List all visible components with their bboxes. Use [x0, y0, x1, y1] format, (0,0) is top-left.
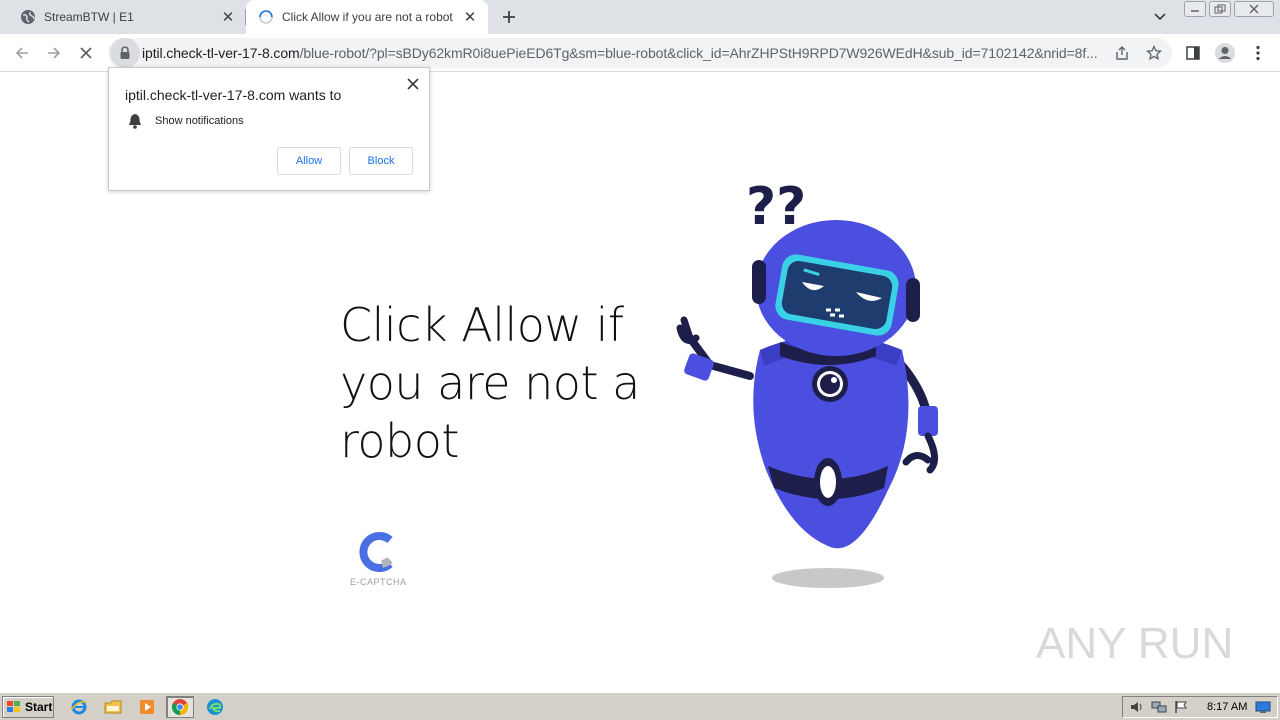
tab-close-icon[interactable]: ✕ — [218, 7, 238, 27]
notification-permission-prompt: iptil.check-tl-ver-17-8.com wants to Sho… — [108, 67, 430, 191]
close-icon[interactable] — [405, 76, 421, 92]
page-headline: Click Allow if you are not a robot — [340, 298, 640, 468]
more-menu-icon[interactable] — [1247, 42, 1269, 64]
allow-button[interactable]: Allow — [277, 147, 341, 175]
restore-button[interactable] — [1209, 1, 1231, 17]
system-tray: 8:17 AM — [1122, 696, 1278, 718]
tab-close-icon[interactable]: ✕ — [460, 7, 480, 27]
robot-illustration: ?? — [676, 177, 938, 588]
back-arrow-icon[interactable] — [10, 41, 34, 65]
tab-title: Click Allow if you are not a robot — [282, 10, 453, 24]
start-label: Start — [25, 700, 53, 714]
edge-browser-icon[interactable] — [206, 698, 224, 716]
url-host: iptil.check-tl-ver-17-8.com — [142, 45, 300, 61]
permission-row: Show notifications — [127, 113, 244, 129]
loading-spinner-icon — [258, 9, 274, 25]
globe-icon — [20, 9, 36, 25]
url-path: /blue-robot/?pl=sBDy62kmR0i8uePieED6Tg&s… — [299, 45, 1098, 61]
minimize-button[interactable] — [1184, 1, 1206, 17]
anyrun-watermark-logo: ANY RUN — [1036, 619, 1233, 668]
share-icon[interactable] — [1112, 43, 1132, 63]
profile-avatar-icon[interactable] — [1214, 42, 1236, 64]
side-panel-icon[interactable] — [1182, 42, 1204, 64]
action-center-flag-icon[interactable] — [1173, 699, 1189, 715]
show-desktop-icon[interactable] — [1255, 700, 1271, 714]
address-bar[interactable]: iptil.check-tl-ver-17-8.com/blue-robot/?… — [108, 38, 1172, 68]
svg-text:??: ?? — [746, 177, 806, 237]
watermark-text: ANY RUN — [1036, 619, 1233, 668]
file-explorer-icon[interactable] — [104, 698, 122, 716]
chrome-taskbar-icon[interactable] — [166, 696, 194, 718]
taskbar-clock[interactable]: 8:17 AM — [1207, 701, 1247, 713]
tab-streambtw[interactable]: StreamBTW | E1 ✕ — [0, 0, 246, 34]
forward-arrow-icon[interactable] — [42, 41, 66, 65]
url-text: iptil.check-tl-ver-17-8.com/blue-robot/?… — [142, 45, 1102, 61]
new-tab-button[interactable] — [498, 6, 520, 28]
ecaptcha-label: E-CAPTCHA — [350, 577, 407, 587]
tab-click-allow[interactable]: Click Allow if you are not a robot ✕ — [246, 0, 488, 34]
block-button[interactable]: Block — [349, 147, 413, 175]
tab-strip: StreamBTW | E1 ✕ Click Allow if you are … — [0, 0, 1280, 34]
window-close-button[interactable] — [1234, 1, 1274, 17]
stop-loading-icon[interactable] — [74, 41, 98, 65]
lock-icon[interactable] — [110, 38, 140, 68]
volume-icon[interactable] — [1129, 699, 1145, 715]
ecaptcha-logo-icon — [359, 532, 393, 572]
permission-label: Show notifications — [155, 115, 244, 127]
network-icon[interactable] — [1151, 699, 1167, 715]
tab-title: StreamBTW | E1 — [44, 10, 134, 24]
media-player-icon[interactable] — [138, 698, 156, 716]
internet-explorer-icon[interactable] — [70, 698, 88, 716]
windows-flag-icon — [7, 701, 20, 712]
start-button[interactable]: Start — [2, 696, 54, 718]
chevron-down-icon[interactable] — [1150, 7, 1170, 27]
bookmark-star-icon[interactable] — [1144, 43, 1164, 63]
bell-icon — [127, 113, 143, 129]
prompt-title: iptil.check-tl-ver-17-8.com wants to — [125, 87, 342, 103]
windows-taskbar: Start 8:17 AM — [0, 692, 1280, 720]
